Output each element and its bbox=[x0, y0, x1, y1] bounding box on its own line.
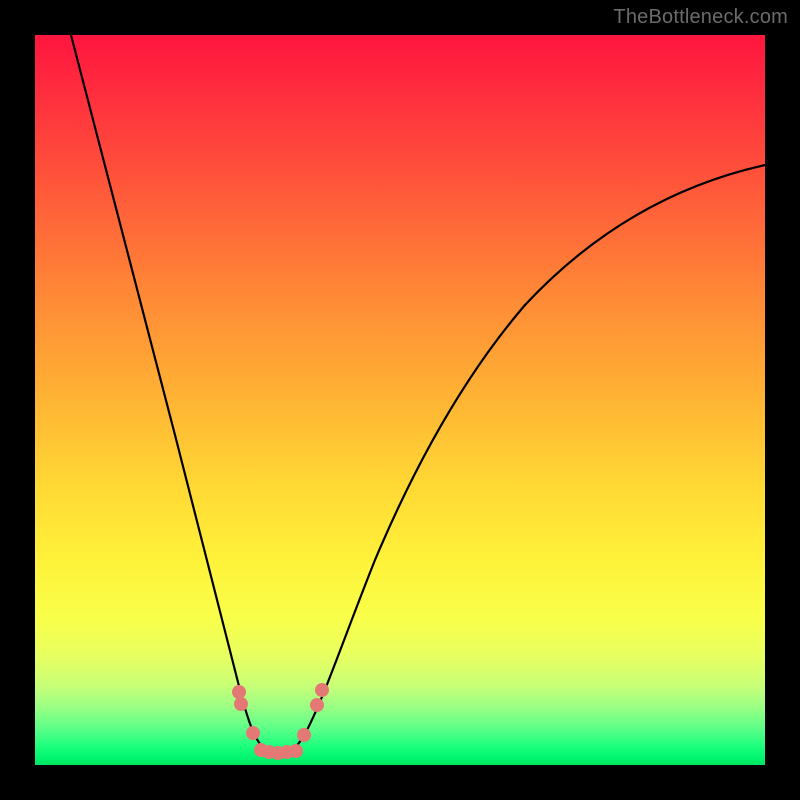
marker-dot bbox=[234, 697, 248, 711]
curve-layer bbox=[35, 35, 765, 765]
chart-frame: TheBottleneck.com bbox=[0, 0, 800, 800]
marker-dot bbox=[315, 683, 329, 697]
marker-dot bbox=[246, 726, 260, 740]
plot-area bbox=[35, 35, 765, 765]
marker-dot bbox=[310, 698, 324, 712]
marker-group bbox=[232, 683, 329, 760]
marker-dot bbox=[232, 685, 246, 699]
marker-dot bbox=[289, 744, 303, 758]
watermark-text: TheBottleneck.com bbox=[613, 6, 788, 29]
bottleneck-curve bbox=[71, 35, 765, 755]
marker-dot bbox=[297, 728, 311, 742]
